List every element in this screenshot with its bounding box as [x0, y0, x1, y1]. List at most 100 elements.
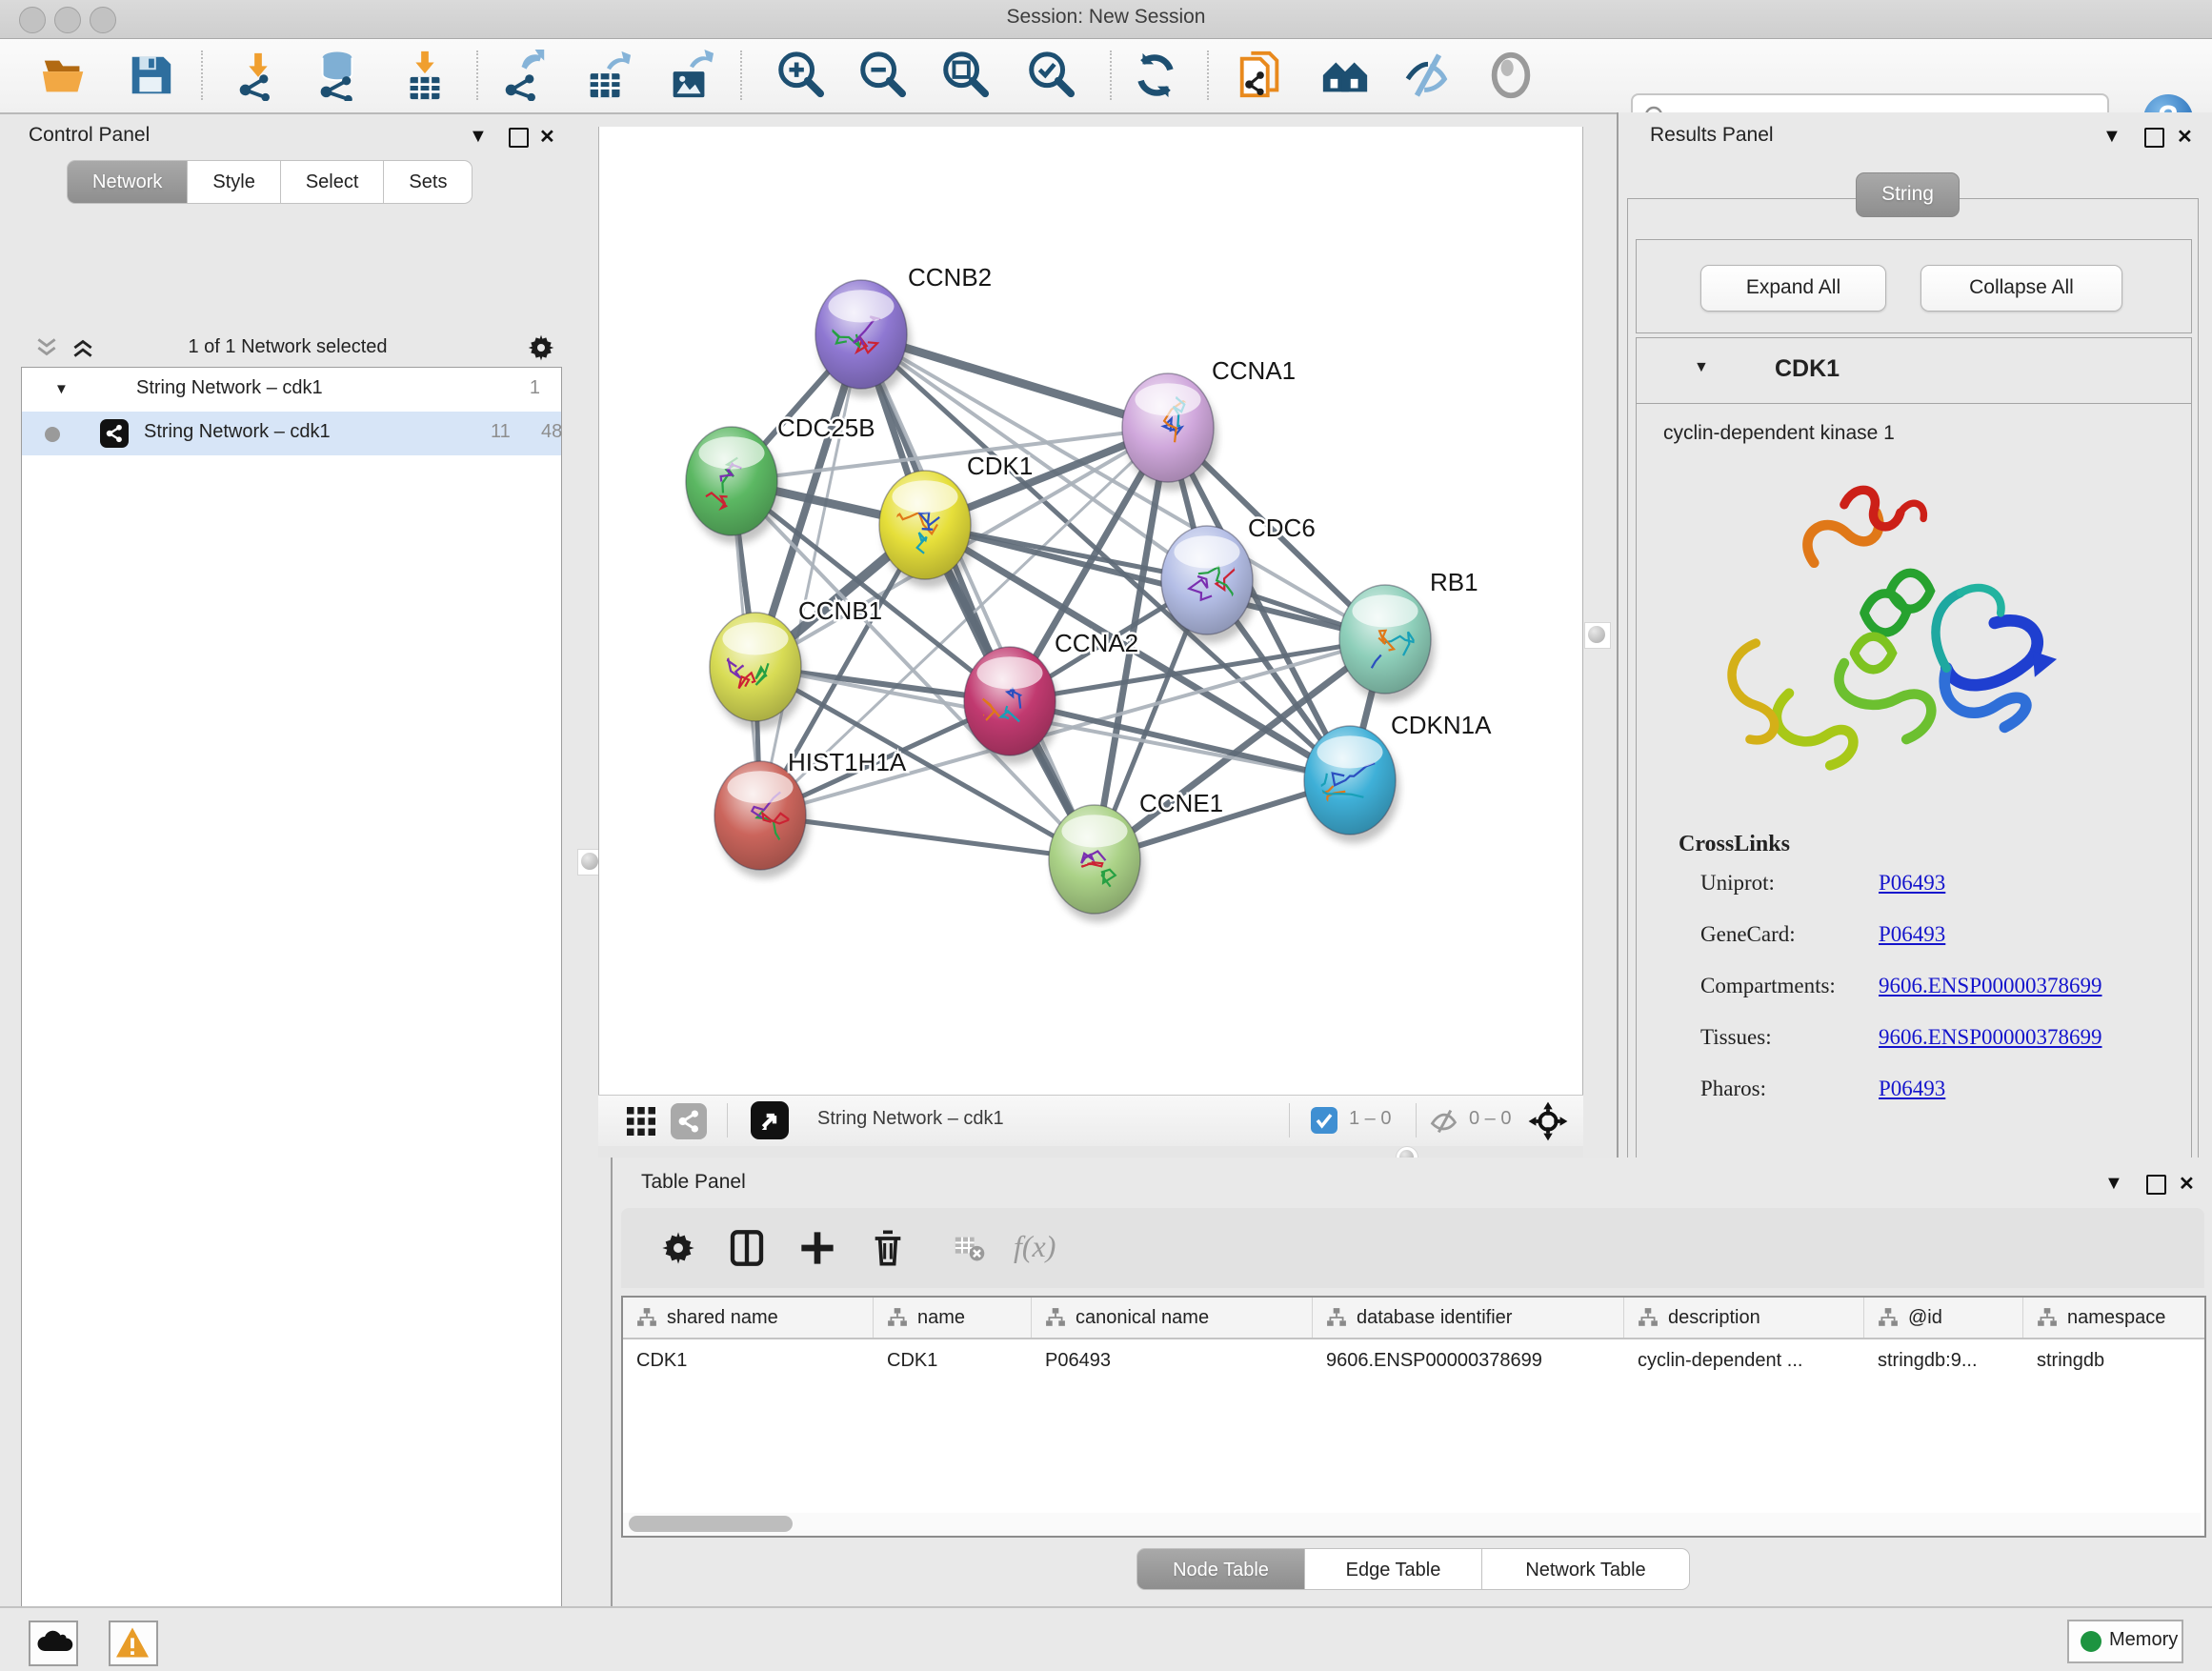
- svg-text:CDC25B: CDC25B: [777, 413, 875, 442]
- network-graph[interactable]: CCNB2CCNA1CDC25BCDK1CDC6RB1CCNB1CCNA2HIS…: [599, 127, 1582, 1095]
- gear-icon[interactable]: [526, 332, 556, 363]
- crosslink-link[interactable]: P06493: [1879, 871, 1945, 896]
- selected-checkbox-icon[interactable]: [1311, 1107, 1337, 1134]
- results-panel-collapse-icon[interactable]: ▼: [2102, 126, 2122, 148]
- memory-button[interactable]: Memory: [2067, 1620, 2183, 1663]
- expand-all-button[interactable]: Expand All: [1700, 265, 1886, 312]
- toolbar-separator: [1110, 50, 1112, 100]
- column-header-database-identifier[interactable]: database identifier: [1313, 1298, 1624, 1338]
- crosslink-label: Tissues:: [1700, 1025, 1772, 1050]
- cdk1-entry-header[interactable]: ▼ CDK1: [1637, 338, 2191, 404]
- node-HIST1H1A: HIST1H1A: [714, 748, 907, 878]
- grid-mode-icon[interactable]: [624, 1104, 658, 1138]
- show-columns-icon[interactable]: [728, 1229, 766, 1267]
- table-horizontal-scrollbar[interactable]: [623, 1513, 2201, 1536]
- expand-all-icon[interactable]: [70, 335, 95, 360]
- control-panel-collapse-icon[interactable]: ▼: [469, 126, 488, 148]
- collapse-all-icon[interactable]: [34, 335, 59, 360]
- results-panel-close-icon[interactable]: ✕: [2177, 125, 2193, 149]
- table-cell: P06493: [1032, 1339, 1313, 1381]
- tab-network-table[interactable]: Network Table: [1482, 1548, 1690, 1590]
- crosslink-label: Pharos:: [1700, 1077, 1766, 1101]
- export-network-icon[interactable]: [498, 50, 550, 101]
- scrollbar-thumb[interactable]: [629, 1516, 793, 1532]
- table-panel-float-icon[interactable]: [2146, 1175, 2166, 1195]
- protein-structure-image: [1694, 462, 2075, 824]
- tab-string[interactable]: String: [1856, 172, 1960, 217]
- toolbar-separator: [476, 50, 478, 100]
- show-panel-eye-icon[interactable]: [1485, 50, 1537, 101]
- tab-network[interactable]: Network: [67, 160, 188, 204]
- function-builder-icon[interactable]: f(x): [1014, 1229, 1099, 1267]
- column-header-namespace[interactable]: namespace: [2023, 1298, 2206, 1338]
- crosslink-link[interactable]: P06493: [1879, 1077, 1945, 1101]
- svg-text:RB1: RB1: [1430, 568, 1478, 596]
- table-panel-close-icon[interactable]: ✕: [2179, 1172, 2195, 1196]
- node-CDKN1A: CDKN1A: [1304, 711, 1492, 843]
- birdseye-view-icon[interactable]: [751, 1101, 789, 1139]
- crosslink-link[interactable]: 9606.ENSP00000378699: [1879, 974, 2102, 998]
- hide-panel-eye-icon[interactable]: [1402, 50, 1454, 101]
- tab-select[interactable]: Select: [281, 160, 385, 204]
- zoom-selected-icon[interactable]: [1025, 50, 1076, 101]
- column-header-canonical-name[interactable]: canonical name: [1032, 1298, 1313, 1338]
- crosslink-link[interactable]: 9606.ENSP00000378699: [1879, 1025, 2102, 1050]
- title-bar: Session: New Session: [0, 0, 2212, 39]
- control-panel-tabs: NetworkStyleSelectSets: [67, 160, 473, 204]
- export-image-icon[interactable]: [664, 50, 715, 101]
- fit-content-crosshair-icon[interactable]: [1527, 1100, 1569, 1142]
- tab-edge-table[interactable]: Edge Table: [1305, 1548, 1482, 1590]
- tab-node-table[interactable]: Node Table: [1136, 1548, 1305, 1590]
- table-gear-icon[interactable]: [659, 1229, 697, 1267]
- table-panel-collapse-icon[interactable]: ▼: [2104, 1173, 2123, 1195]
- string-import-icon[interactable]: [1235, 50, 1286, 101]
- home-icon[interactable]: [1319, 50, 1371, 101]
- import-database-icon[interactable]: [312, 50, 363, 101]
- collapse-all-button[interactable]: Collapse All: [1920, 265, 2122, 312]
- create-column-icon[interactable]: [798, 1229, 836, 1267]
- table-row[interactable]: CDK1CDK1P064939606.ENSP00000378699cyclin…: [623, 1339, 2204, 1381]
- crosslink-row: GeneCard:P06493: [1679, 909, 1790, 960]
- tab-sets[interactable]: Sets: [384, 160, 473, 204]
- crosslink-link[interactable]: P06493: [1879, 922, 1945, 947]
- control-panel-float-icon[interactable]: [509, 128, 529, 148]
- zoom-in-icon[interactable]: [774, 50, 826, 101]
- cloud-button[interactable]: [29, 1621, 78, 1666]
- control-panel-close-icon[interactable]: ✕: [539, 125, 555, 149]
- save-session-icon[interactable]: [125, 50, 176, 101]
- import-network-icon[interactable]: [232, 50, 284, 101]
- tab-style[interactable]: Style: [188, 160, 280, 204]
- column-header-name[interactable]: name: [874, 1298, 1032, 1338]
- control-panel-title: Control Panel: [29, 124, 150, 147]
- node-table[interactable]: shared namenamecanonical namedatabase id…: [621, 1296, 2206, 1538]
- tree-expander-icon[interactable]: ▼: [54, 381, 69, 397]
- network-row-selected[interactable]: String Network – cdk1 11 48: [22, 412, 561, 455]
- refresh-icon[interactable]: [1130, 50, 1181, 101]
- table-cell: 9606.ENSP00000378699: [1313, 1339, 1624, 1381]
- column-header--id[interactable]: @id: [1864, 1298, 2023, 1338]
- entry-description: cyclin-dependent kinase 1: [1663, 422, 1895, 445]
- zoom-out-icon[interactable]: [856, 50, 908, 101]
- zoom-fit-icon[interactable]: [939, 50, 991, 101]
- entry-expander-icon[interactable]: ▼: [1694, 359, 1709, 376]
- network-share-icon[interactable]: [671, 1103, 707, 1139]
- network-canvas[interactable]: CCNB2CCNA1CDC25BCDK1CDC6RB1CCNB1CCNA2HIS…: [598, 127, 1583, 1095]
- import-table-icon[interactable]: [399, 50, 451, 101]
- results-buttons-box: Expand All Collapse All: [1636, 239, 2192, 333]
- warning-button[interactable]: [109, 1621, 158, 1666]
- control-panel: Control Panel ▼ ✕ NetworkStyleSelectSets…: [0, 112, 568, 1606]
- hidden-count: 0 – 0: [1469, 1108, 1511, 1130]
- network-collection-row[interactable]: ▼ String Network – cdk1 1: [22, 368, 561, 412]
- column-header-shared-name[interactable]: shared name: [623, 1298, 874, 1338]
- delete-column-icon[interactable]: [869, 1229, 907, 1267]
- column-header-description[interactable]: description: [1624, 1298, 1864, 1338]
- hidden-eye-icon[interactable]: [1429, 1106, 1459, 1137]
- right-splitter-handle[interactable]: [1584, 622, 1611, 649]
- status-bar: Memory: [0, 1606, 2212, 1671]
- network-selected-count: 1 of 1 Network selected: [126, 336, 450, 358]
- export-table-icon[interactable]: [581, 50, 633, 101]
- horizontal-splitter[interactable]: [598, 1146, 1583, 1158]
- results-panel-float-icon[interactable]: [2144, 128, 2164, 148]
- delete-table-icon[interactable]: [953, 1229, 985, 1267]
- open-session-icon[interactable]: [39, 50, 90, 101]
